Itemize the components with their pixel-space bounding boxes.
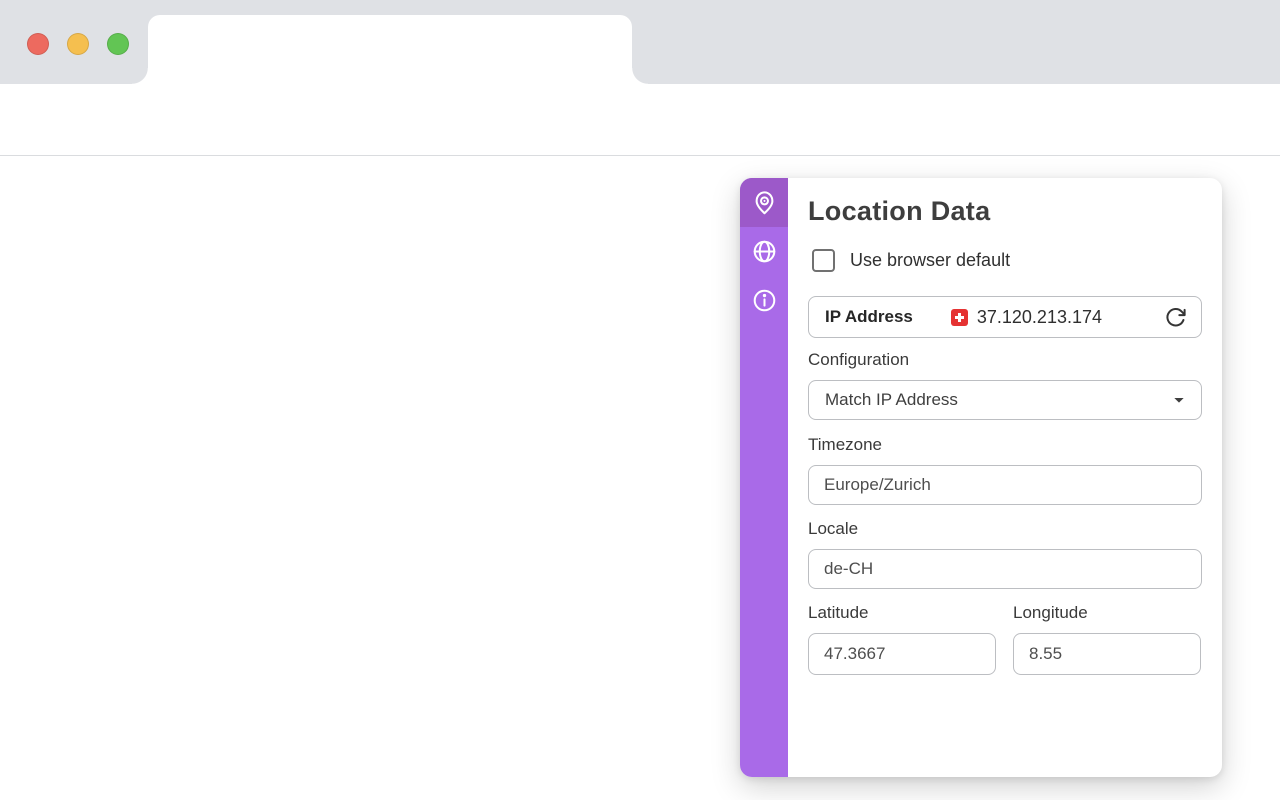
browser-window: Location Data Use browser default IP Add…: [0, 0, 1280, 800]
popup-sidebar: [740, 178, 788, 777]
refresh-ip-button[interactable]: [1164, 306, 1187, 329]
ip-address-value: 37.120.213.174: [977, 307, 1102, 328]
globe-icon: [751, 238, 778, 265]
chevron-down-icon: [1171, 392, 1187, 408]
timezone-label: Timezone: [808, 435, 882, 455]
configuration-label: Configuration: [808, 350, 909, 370]
configuration-value: Match IP Address: [825, 390, 958, 410]
use-browser-default-checkbox[interactable]: [812, 249, 835, 272]
browser-toolbar: [0, 84, 1280, 156]
info-icon: [751, 287, 778, 314]
longitude-label: Longitude: [1013, 603, 1088, 623]
browser-tab[interactable]: [148, 15, 632, 84]
vytal-popup: Location Data Use browser default IP Add…: [740, 178, 1222, 777]
popup-title: Location Data: [808, 196, 990, 227]
latitude-input[interactable]: [808, 633, 996, 675]
use-browser-default-row: Use browser default: [812, 249, 1010, 272]
tab-left-curve: [132, 68, 148, 84]
longitude-input[interactable]: [1013, 633, 1201, 675]
window-controls: [27, 33, 129, 55]
location-pin-icon: [751, 189, 778, 216]
locale-label: Locale: [808, 519, 858, 539]
tab-right-curve: [632, 68, 648, 84]
popup-content: Location Data Use browser default IP Add…: [788, 178, 1222, 777]
swiss-flag-icon: [951, 309, 968, 326]
sidebar-item-info[interactable]: [740, 276, 788, 325]
sidebar-item-globe[interactable]: [740, 227, 788, 276]
latitude-label: Latitude: [808, 603, 869, 623]
sidebar-item-location[interactable]: [740, 178, 788, 227]
locale-input[interactable]: [808, 549, 1202, 589]
maximize-window-button[interactable]: [107, 33, 129, 55]
timezone-input[interactable]: [808, 465, 1202, 505]
configuration-select[interactable]: Match IP Address: [808, 380, 1202, 420]
ip-address-label: IP Address: [825, 307, 913, 327]
page-content: Location Data Use browser default IP Add…: [0, 157, 1280, 800]
ip-address-box: IP Address 37.120.213.174: [808, 296, 1202, 338]
use-browser-default-label: Use browser default: [850, 250, 1010, 271]
minimize-window-button[interactable]: [67, 33, 89, 55]
tab-bar: [0, 0, 1280, 84]
close-window-button[interactable]: [27, 33, 49, 55]
